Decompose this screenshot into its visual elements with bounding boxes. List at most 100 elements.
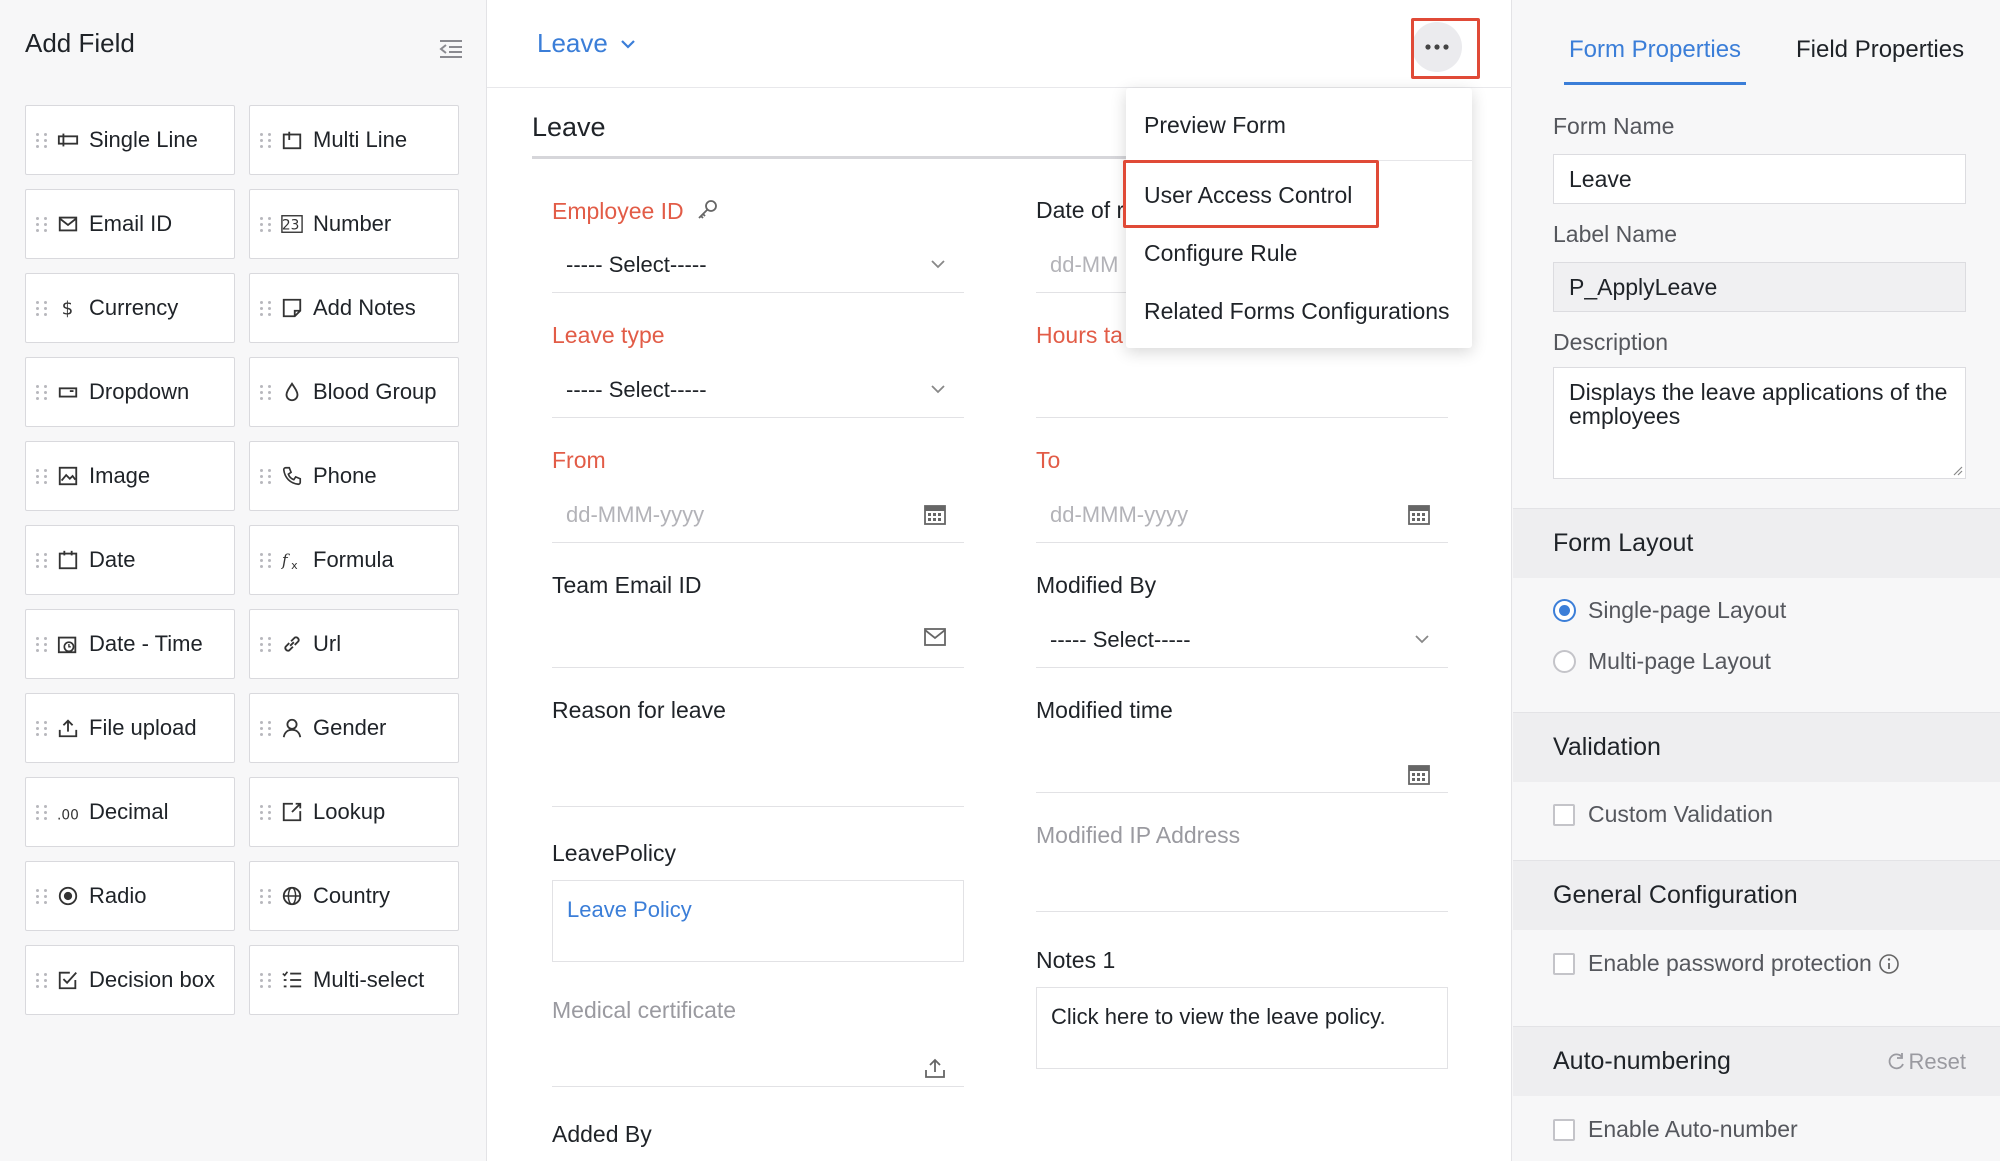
field-tile-radio[interactable]: Radio (25, 861, 235, 931)
form-selector[interactable]: Leave (537, 28, 636, 59)
menu-item-user-access-control[interactable]: User Access Control (1144, 182, 1352, 209)
field-added-by[interactable]: Added By (552, 1121, 964, 1148)
field-notes-1[interactable]: Notes 1 Click here to view the leave pol… (1036, 947, 1448, 1069)
drag-handle-icon[interactable] (260, 549, 272, 571)
field-leave-policy[interactable]: LeavePolicy Leave Policy (552, 840, 964, 962)
radio-unselected-icon[interactable] (1553, 650, 1576, 673)
reason-input[interactable] (552, 737, 964, 807)
modified-by-select[interactable]: ----- Select----- (1036, 612, 1448, 668)
drag-handle-icon[interactable] (260, 129, 272, 151)
tab-field-properties[interactable]: Field Properties (1796, 36, 1964, 64)
field-leave-type[interactable]: Leave type ----- Select----- (552, 322, 964, 418)
drag-handle-icon[interactable] (36, 381, 48, 403)
leave-policy-link[interactable]: Leave Policy (567, 897, 692, 923)
option-enable-password[interactable]: Enable password protection (1553, 950, 1900, 977)
field-tile-formula[interactable]: f x Formula (249, 525, 459, 595)
checkbox-unchecked-icon[interactable] (1553, 952, 1575, 975)
field-tile-country[interactable]: Country (249, 861, 459, 931)
field-tile-lookup[interactable]: Lookup (249, 777, 459, 847)
drag-handle-icon[interactable] (36, 213, 48, 235)
field-tile-file-upload[interactable]: File upload (25, 693, 235, 763)
option-single-page-layout[interactable]: Single-page Layout (1553, 597, 1786, 624)
drag-handle-icon[interactable] (36, 297, 48, 319)
drag-handle-icon[interactable] (260, 969, 272, 991)
field-tile-multi-select[interactable]: Multi-select (249, 945, 459, 1015)
field-tile-number[interactable]: 23 Number (249, 189, 459, 259)
field-tile-single-line[interactable]: Single Line (25, 105, 235, 175)
checkbox-unchecked-icon[interactable] (1553, 803, 1575, 826)
upload-icon[interactable] (924, 1057, 946, 1079)
field-team-email[interactable]: Team Email ID (552, 572, 964, 668)
form-name-input[interactable]: Leave (1553, 154, 1966, 204)
calendar-icon[interactable] (924, 503, 946, 525)
menu-item-preview-form[interactable]: Preview Form (1144, 112, 1286, 139)
field-tile-decision-box[interactable]: Decision box (25, 945, 235, 1015)
field-tile-multi-line[interactable]: Multi Line (249, 105, 459, 175)
info-icon[interactable] (1878, 953, 1900, 975)
drag-handle-icon[interactable] (36, 633, 48, 655)
drag-handle-icon[interactable] (260, 717, 272, 739)
drag-handle-icon[interactable] (260, 801, 272, 823)
more-options-button[interactable] (1412, 22, 1462, 72)
drag-handle-icon[interactable] (36, 717, 48, 739)
drag-handle-icon[interactable] (36, 465, 48, 487)
drag-handle-icon[interactable] (36, 129, 48, 151)
field-modified-ip[interactable]: Modified IP Address (1036, 822, 1448, 912)
option-enable-auto-number[interactable]: Enable Auto-number (1553, 1116, 1798, 1143)
modified-time-input[interactable] (1036, 737, 1448, 793)
to-date-input[interactable]: dd-MMM-yyyy (1036, 487, 1448, 543)
medical-upload-input[interactable] (552, 1037, 964, 1087)
resize-handle-icon[interactable] (1951, 464, 1963, 476)
drag-handle-icon[interactable] (36, 969, 48, 991)
field-reason-for-leave[interactable]: Reason for leave (552, 697, 964, 807)
field-medical-certificate[interactable]: Medical certificate (552, 997, 964, 1087)
field-tile-date-time[interactable]: Date - Time (25, 609, 235, 679)
calendar-icon[interactable] (1408, 763, 1430, 785)
leave-type-select[interactable]: ----- Select----- (552, 362, 964, 418)
modified-ip-input[interactable] (1036, 862, 1448, 912)
option-multi-page-layout[interactable]: Multi-page Layout (1553, 648, 1771, 675)
employee-id-select[interactable]: ----- Select----- (552, 237, 964, 293)
field-tile-currency[interactable]: $ Currency (25, 273, 235, 343)
field-modified-time[interactable]: Modified time (1036, 697, 1448, 793)
menu-item-configure-rule[interactable]: Configure Rule (1144, 240, 1297, 267)
field-tile-phone[interactable]: Phone (249, 441, 459, 511)
team-email-input[interactable] (552, 612, 964, 668)
checkbox-unchecked-icon[interactable] (1553, 1118, 1575, 1141)
calendar-icon[interactable] (1408, 503, 1430, 525)
drag-handle-icon[interactable] (260, 465, 272, 487)
radio-selected-icon[interactable] (1553, 599, 1576, 622)
field-employee-id[interactable]: Employee ID ----- Select----- (552, 197, 964, 293)
field-tile-decimal[interactable]: .00 Decimal (25, 777, 235, 847)
leave-policy-box[interactable]: Leave Policy (552, 880, 964, 962)
drag-handle-icon[interactable] (260, 297, 272, 319)
drag-handle-icon[interactable] (36, 549, 48, 571)
menu-item-related-forms[interactable]: Related Forms Configurations (1144, 298, 1450, 325)
field-tile-dropdown[interactable]: Dropdown (25, 357, 235, 427)
field-tile-add-notes[interactable]: Add Notes (249, 273, 459, 343)
drag-handle-icon[interactable] (260, 885, 272, 907)
field-tile-blood-group[interactable]: Blood Group (249, 357, 459, 427)
drag-handle-icon[interactable] (260, 633, 272, 655)
description-textarea[interactable]: Displays the leave applications of the e… (1553, 367, 1966, 479)
notes-1-box[interactable]: Click here to view the leave policy. (1036, 987, 1448, 1069)
field-tile-email-id[interactable]: Email ID (25, 189, 235, 259)
drag-handle-icon[interactable] (260, 213, 272, 235)
field-modified-by[interactable]: Modified By ----- Select----- (1036, 572, 1448, 668)
field-tile-url[interactable]: Url (249, 609, 459, 679)
field-to[interactable]: To dd-MMM-yyyy (1036, 447, 1448, 543)
field-from[interactable]: From dd-MMM-yyyy (552, 447, 964, 543)
field-tile-image[interactable]: Image (25, 441, 235, 511)
drag-handle-icon[interactable] (36, 801, 48, 823)
drag-handle-icon[interactable] (260, 381, 272, 403)
from-date-input[interactable]: dd-MMM-yyyy (552, 487, 964, 543)
drag-handle-icon[interactable] (36, 885, 48, 907)
collapse-panel-icon[interactable] (439, 38, 463, 60)
field-tile-gender[interactable]: Gender (249, 693, 459, 763)
hours-taken-input[interactable] (1036, 362, 1448, 418)
option-custom-validation[interactable]: Custom Validation (1553, 801, 1773, 828)
label-name-input[interactable]: P_ApplyLeave (1553, 262, 1966, 312)
reset-button[interactable]: Reset (1885, 1049, 1966, 1075)
field-tile-date[interactable]: Date (25, 525, 235, 595)
tab-form-properties[interactable]: Form Properties (1569, 36, 1741, 64)
